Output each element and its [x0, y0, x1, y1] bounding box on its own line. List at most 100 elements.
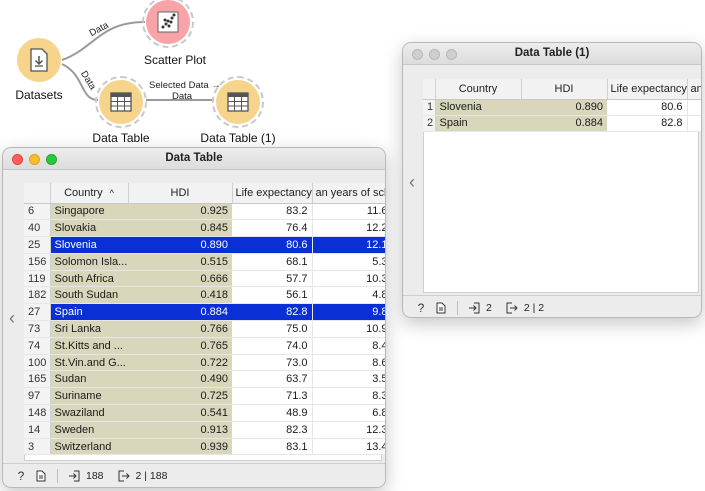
- cell-country[interactable]: Slovakia: [50, 219, 128, 238]
- cell-country[interactable]: South Sudan: [50, 286, 128, 305]
- cell-life-expectancy[interactable]: 68.1: [232, 253, 313, 271]
- scatter-plot-node-circle[interactable]: [146, 0, 190, 44]
- cell-life-expectancy[interactable]: 83.2: [232, 203, 313, 221]
- cell-country[interactable]: Singapore: [50, 203, 128, 221]
- cell-years-of-schooling[interactable]: 8.4: [312, 337, 385, 355]
- cell-country[interactable]: Slovenia: [435, 99, 521, 116]
- table-row[interactable]: 40 Slovakia 0.845 76.4 12.2: [24, 219, 385, 238]
- cell-years-of-schooling[interactable]: 6.8: [312, 404, 385, 422]
- cell-hdi[interactable]: 0.722: [128, 354, 232, 372]
- datasets-node-circle[interactable]: [17, 38, 61, 82]
- table-row[interactable]: 1 Slovenia 0.890 80.6: [423, 99, 701, 116]
- titlebar[interactable]: Data Table (1): [403, 43, 701, 65]
- cell-years-of-schooling[interactable]: 8.3: [312, 387, 385, 406]
- table-row[interactable]: 2 Spain 0.884 82.8: [423, 115, 701, 132]
- cell-hdi[interactable]: 0.890: [521, 99, 607, 116]
- table-row[interactable]: 6 Singapore 0.925 83.2 11.6: [24, 203, 385, 221]
- table-row[interactable]: 156 Solomon Isla... 0.515 68.1 5.3: [24, 253, 385, 271]
- help-icon[interactable]: ?: [13, 468, 29, 484]
- table-row[interactable]: 25 Slovenia 0.890 80.6 12.1: [24, 236, 385, 254]
- cell-hdi[interactable]: 0.890: [128, 236, 232, 254]
- table-corner[interactable]: [24, 183, 51, 204]
- table-row[interactable]: 73 Sri Lanka 0.766 75.0 10.9: [24, 320, 385, 338]
- cell-years-of-schooling[interactable]: 11.6: [312, 203, 385, 221]
- data-table-grid[interactable]: Country ^ HDI Life expectancy an years o…: [24, 183, 385, 456]
- datasets-node[interactable]: [17, 38, 61, 82]
- cell-hdi[interactable]: 0.515: [128, 253, 232, 271]
- table-row[interactable]: 119 South Africa 0.666 57.7 10.3: [24, 270, 385, 288]
- cell-life-expectancy[interactable]: 57.7: [232, 270, 313, 288]
- chevron-left-icon[interactable]: ‹: [403, 173, 421, 191]
- data-table-node[interactable]: [95, 76, 147, 128]
- cell-life-expectancy[interactable]: 73.0: [232, 354, 313, 372]
- column-header-country[interactable]: Country ^: [50, 183, 129, 204]
- table-row[interactable]: 3 Switzerland 0.939 83.1 13.4: [24, 438, 385, 456]
- cell-hdi[interactable]: 0.939: [128, 438, 232, 456]
- cell-country[interactable]: St.Vin.and G...: [50, 354, 128, 372]
- cell-life-expectancy[interactable]: 48.9: [232, 404, 313, 422]
- table-row[interactable]: 182 South Sudan 0.418 56.1 4.8: [24, 286, 385, 305]
- scatter-plot-node[interactable]: [142, 0, 194, 48]
- cell-hdi[interactable]: 0.418: [128, 286, 232, 305]
- cell-years-of-schooling[interactable]: 10.9: [312, 320, 385, 338]
- cell-life-expectancy[interactable]: 74.0: [232, 337, 313, 355]
- table-row[interactable]: 97 Suriname 0.725 71.3 8.3: [24, 387, 385, 406]
- cell-country[interactable]: Sweden: [50, 421, 128, 439]
- help-icon[interactable]: ?: [413, 300, 429, 316]
- cell-years-of-schooling[interactable]: 5.3: [312, 253, 385, 271]
- table-row[interactable]: 14 Sweden 0.913 82.3 12.3: [24, 421, 385, 439]
- cell-country[interactable]: Slovenia: [50, 236, 128, 254]
- cell-country[interactable]: Suriname: [50, 387, 128, 406]
- cell-years-of-schooling[interactable]: 9.8: [312, 303, 385, 322]
- cell-years-of-schooling[interactable]: 4.8: [312, 286, 385, 305]
- titlebar[interactable]: Data Table: [3, 148, 385, 170]
- cell-hdi[interactable]: 0.666: [128, 270, 232, 288]
- cell-hdi[interactable]: 0.765: [128, 337, 232, 355]
- column-header-life-expectancy[interactable]: Life expectancy: [607, 79, 688, 100]
- cell-hdi[interactable]: 0.725: [128, 387, 232, 406]
- cell-life-expectancy[interactable]: 82.8: [232, 303, 313, 322]
- table-row[interactable]: 100 St.Vin.and G... 0.722 73.0 8.6: [24, 354, 385, 372]
- column-header-life-expectancy[interactable]: Life expectancy: [232, 183, 313, 204]
- cell-life-expectancy[interactable]: 82.8: [607, 115, 688, 132]
- cell-hdi[interactable]: 0.541: [128, 404, 232, 422]
- cell-years-of-schooling[interactable]: 13.4: [312, 438, 385, 456]
- cell-life-expectancy[interactable]: 80.6: [607, 99, 688, 116]
- table-row[interactable]: 148 Swaziland 0.541 48.9 6.8: [24, 404, 385, 422]
- cell-years-of-schooling[interactable]: 10.3: [312, 270, 385, 288]
- cell-life-expectancy[interactable]: 82.3: [232, 421, 313, 439]
- cell-life-expectancy[interactable]: 71.3: [232, 387, 313, 406]
- cell-hdi[interactable]: 0.845: [128, 219, 232, 238]
- cell-hdi[interactable]: 0.884: [521, 115, 607, 132]
- column-header-hdi[interactable]: HDI: [521, 79, 608, 100]
- cell-hdi[interactable]: 0.766: [128, 320, 232, 338]
- cell-country[interactable]: St.Kitts and ...: [50, 337, 128, 355]
- cell-country[interactable]: Spain: [50, 303, 128, 322]
- cell-country[interactable]: Swaziland: [50, 404, 128, 422]
- cell-hdi[interactable]: 0.490: [128, 370, 232, 389]
- table-corner[interactable]: [423, 79, 436, 100]
- cell-life-expectancy[interactable]: 56.1: [232, 286, 313, 305]
- data-table-node-circle[interactable]: [99, 80, 143, 124]
- cell-years-of-schooling[interactable]: 12.3: [312, 421, 385, 439]
- cell-life-expectancy[interactable]: 83.1: [232, 438, 313, 456]
- report-icon[interactable]: [33, 468, 49, 484]
- data-table-1-node-circle[interactable]: [216, 80, 260, 124]
- cell-life-expectancy[interactable]: 63.7: [232, 370, 313, 389]
- cell-hdi[interactable]: 0.913: [128, 421, 232, 439]
- cell-life-expectancy[interactable]: 76.4: [232, 219, 313, 238]
- cell-life-expectancy[interactable]: 75.0: [232, 320, 313, 338]
- table-row[interactable]: 27 Spain 0.884 82.8 9.8: [24, 303, 385, 322]
- column-header-schooling[interactable]: an: [687, 79, 701, 100]
- data-table-1-node[interactable]: [212, 76, 264, 128]
- cell-country[interactable]: South Africa: [50, 270, 128, 288]
- column-header-country[interactable]: Country: [435, 79, 522, 100]
- cell-country[interactable]: Sri Lanka: [50, 320, 128, 338]
- table-row[interactable]: 165 Sudan 0.490 63.7 3.5: [24, 370, 385, 389]
- cell-country[interactable]: Solomon Isla...: [50, 253, 128, 271]
- cell-life-expectancy[interactable]: 80.6: [232, 236, 313, 254]
- report-icon[interactable]: [433, 300, 449, 316]
- column-header-hdi[interactable]: HDI: [128, 183, 233, 204]
- cell-country[interactable]: Spain: [435, 115, 521, 132]
- cell-years-of-schooling[interactable]: 12.1: [312, 236, 385, 254]
